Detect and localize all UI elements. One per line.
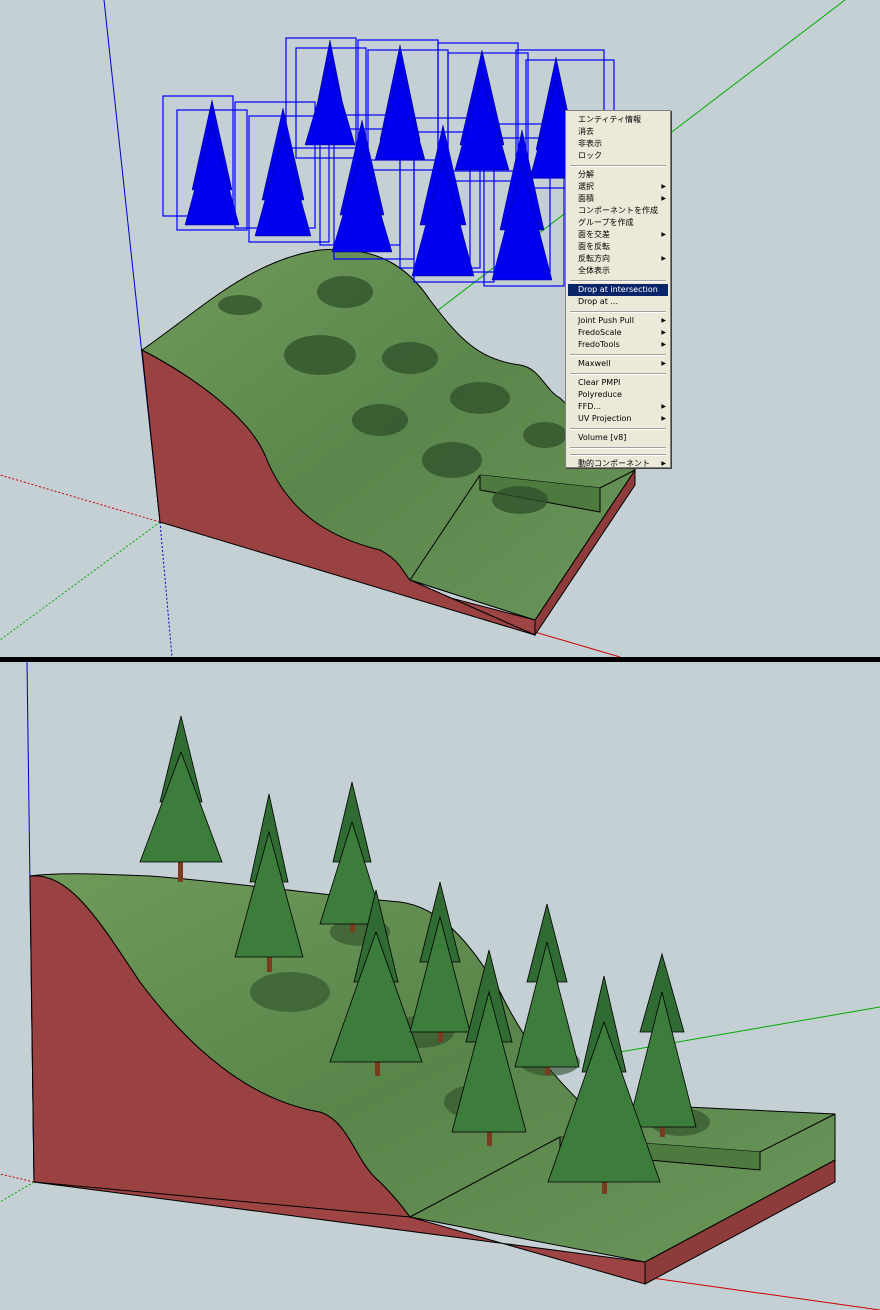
menu-item-area[interactable]: 面積 ▶ (568, 193, 668, 205)
ctx-group-2: Drop at intersection Drop at ... (568, 284, 668, 308)
menu-item-drop-at[interactable]: Drop at ... (568, 296, 668, 308)
menu-item-hide[interactable]: 非表示 (568, 138, 668, 150)
menu-item-flip-along[interactable]: 反転方向 ▶ (568, 253, 668, 265)
submenu-arrow-icon: ▶ (661, 403, 666, 410)
menu-item-polyreduce[interactable]: Polyreduce (568, 389, 668, 401)
submenu-arrow-icon: ▶ (661, 341, 666, 348)
menu-item-drop-at-intersection[interactable]: Drop at intersection (568, 284, 668, 296)
submenu-arrow-icon: ▶ (661, 231, 666, 238)
menu-separator (568, 425, 668, 432)
red-axis (644, 1276, 880, 1310)
menu-item-uv-projection[interactable]: UV Projection ▶ (568, 413, 668, 425)
menu-item-maxwell[interactable]: Maxwell ▶ (568, 358, 668, 370)
menu-separator (568, 370, 668, 377)
ctx-group-0: エンティティ情報 消去 非表示 ロック (568, 114, 668, 162)
menu-item-erase[interactable]: 消去 (568, 126, 668, 138)
selected-trees[interactable] (184, 39, 583, 281)
menu-item-volume[interactable]: Volume [v8] (568, 432, 668, 444)
menu-item-intersect-faces[interactable]: 面を交差 ▶ (568, 229, 668, 241)
menu-item-make-group[interactable]: グループを作成 (568, 217, 668, 229)
menu-item-lock[interactable]: ロック (568, 150, 668, 162)
menu-item-fredoscale[interactable]: FredoScale ▶ (568, 327, 668, 339)
submenu-arrow-icon: ▶ (661, 415, 666, 422)
menu-item-zoom-extents[interactable]: 全体表示 (568, 265, 668, 277)
menu-separator (568, 308, 668, 315)
submenu-arrow-icon: ▶ (661, 460, 666, 467)
green-axis-negative (0, 521, 161, 641)
menu-item-clear-pmpi[interactable]: Clear PMPI (568, 377, 668, 389)
ctx-group-4: Maxwell ▶ (568, 358, 668, 370)
submenu-arrow-icon: ▶ (661, 329, 666, 336)
menu-separator (568, 351, 668, 358)
menu-separator (568, 444, 668, 451)
menu-item-select[interactable]: 選択 ▶ (568, 181, 668, 193)
submenu-arrow-icon: ▶ (661, 360, 666, 367)
ctx-group-5: Clear PMPI Polyreduce FFD... ▶ UV Project… (568, 377, 668, 425)
scene-after (0, 662, 880, 1310)
context-menu: エンティティ情報 消去 非表示 ロック 分解 選択 ▶ 面積 ▶ コンポーネントを作… (565, 110, 671, 468)
tree[interactable] (234, 793, 304, 972)
menu-item-reverse-faces[interactable]: 面を反転 (568, 241, 668, 253)
menu-item-dynamic-components[interactable]: 動的コンポーネント ▶ (568, 458, 668, 470)
menu-separator (568, 451, 668, 458)
ctx-group-6: Volume [v8] (568, 432, 668, 444)
ctx-group-1: 分解 選択 ▶ 面積 ▶ コンポーネントを作成 グループを作成 面を交差 ▶ 面を反転… (568, 169, 668, 277)
blue-axis-negative (159, 521, 173, 657)
tree[interactable] (514, 903, 580, 1075)
menu-separator (568, 162, 668, 169)
ctx-group-3: Joint Push Pull ▶ FredoScale ▶ FredoTools ▶ (568, 315, 668, 351)
ctx-group-8: 動的コンポーネント ▶ (568, 458, 668, 470)
menu-item-explode[interactable]: 分解 (568, 169, 668, 181)
red-axis-negative (0, 1173, 35, 1183)
menu-separator (568, 277, 668, 284)
submenu-arrow-icon: ▶ (661, 255, 666, 262)
viewport-after[interactable] (0, 662, 880, 1310)
viewport-before[interactable]: エンティティ情報 消去 非表示 ロック 分解 選択 ▶ 面積 ▶ コンポーネントを作… (0, 0, 880, 657)
menu-item-make-component[interactable]: コンポーネントを作成 (568, 205, 668, 217)
green-axis-negative (0, 1181, 35, 1203)
menu-item-ffd[interactable]: FFD... ▶ (568, 401, 668, 413)
menu-item-fredotools[interactable]: FredoTools ▶ (568, 339, 668, 351)
tree[interactable] (139, 715, 223, 882)
red-axis-negative (0, 474, 161, 523)
submenu-arrow-icon: ▶ (661, 317, 666, 324)
tree[interactable] (627, 952, 697, 1137)
scene-before (0, 0, 846, 657)
menu-item-joint-push-pull[interactable]: Joint Push Pull ▶ (568, 315, 668, 327)
submenu-arrow-icon: ▶ (661, 183, 666, 190)
submenu-arrow-icon: ▶ (661, 195, 666, 202)
menu-item-entity-info[interactable]: エンティティ情報 (568, 114, 668, 126)
